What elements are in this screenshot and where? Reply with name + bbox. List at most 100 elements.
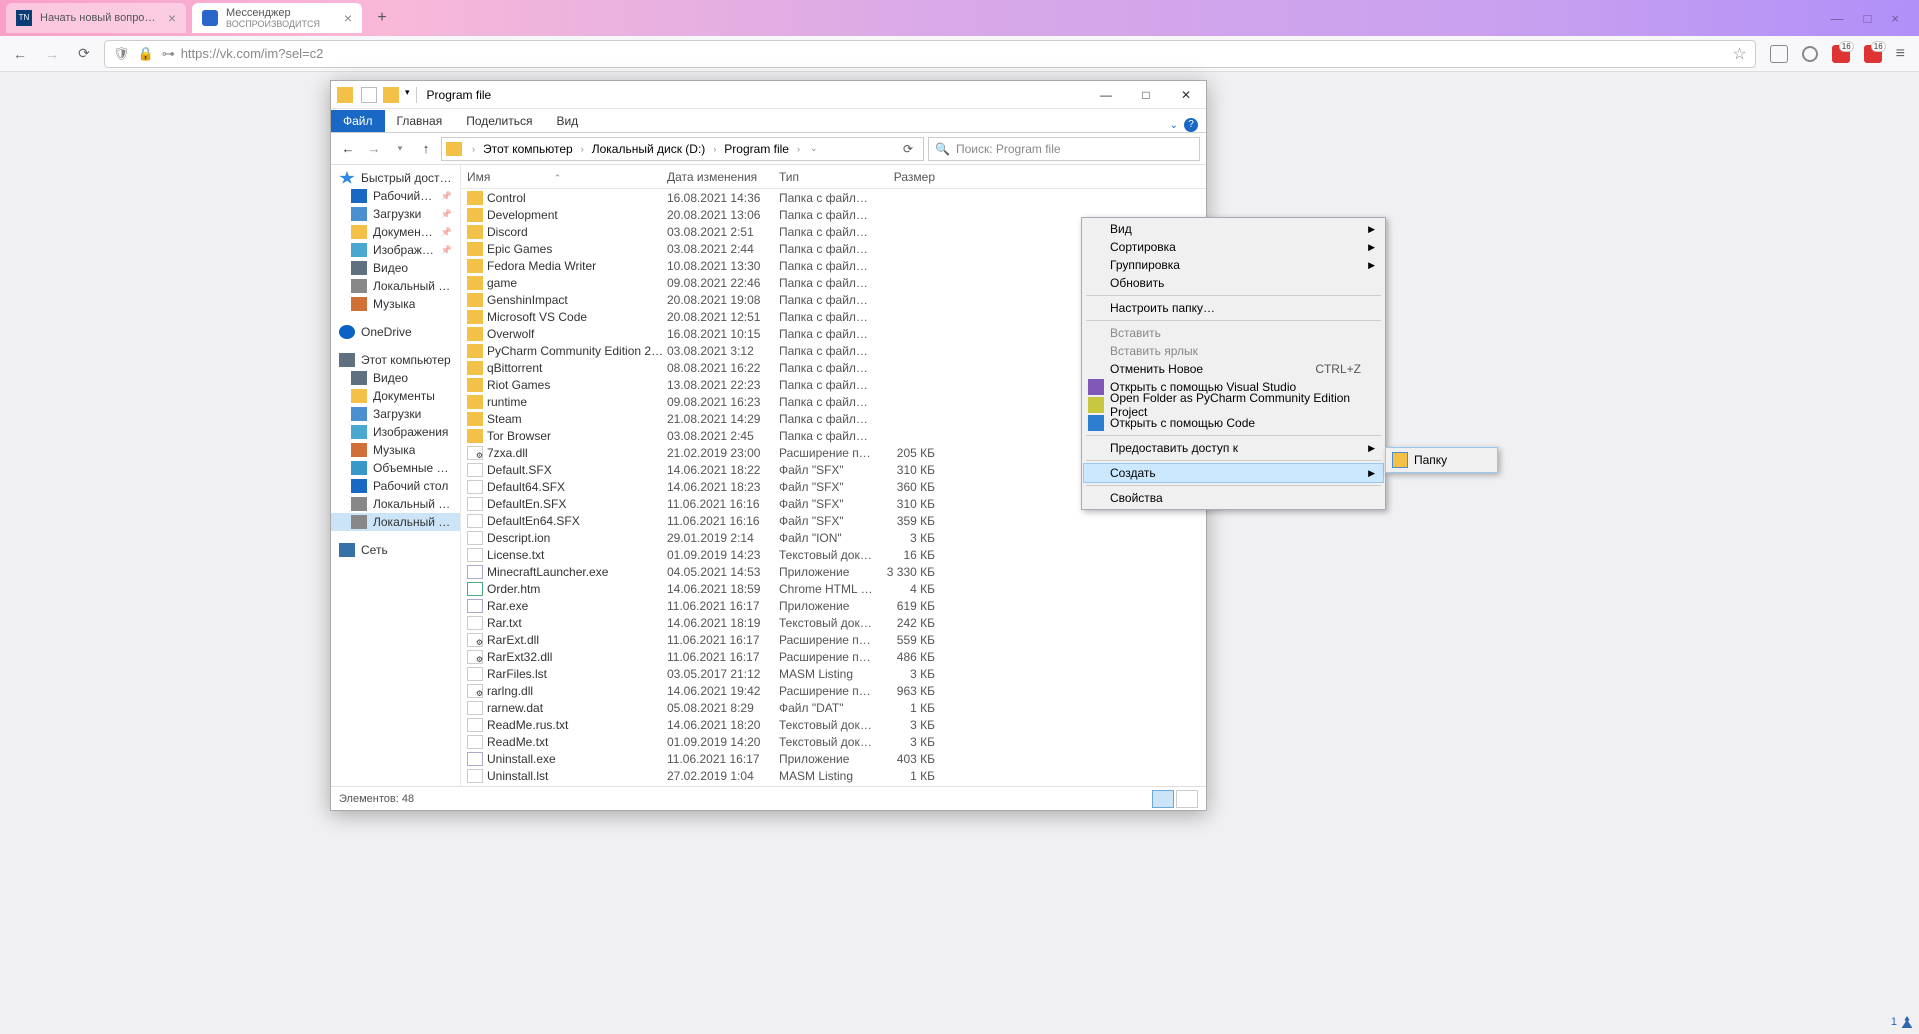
ctx-group[interactable]: Группировка▶ [1084,256,1383,274]
sidebar-3d[interactable]: Объемные объекты [331,459,460,477]
col-name[interactable]: Имя ⌃ [467,170,667,184]
file-row[interactable]: RarFiles.lst03.05.2017 21:12MASM Listing… [461,665,1206,682]
sidebar-music2[interactable]: Музыка [331,441,460,459]
chevron-right-icon[interactable]: › [468,144,479,154]
ctx-sort[interactable]: Сортировка▶ [1084,238,1383,256]
chevron-down-icon[interactable]: ⌄ [1170,120,1178,131]
ribbon-tab-file[interactable]: Файл [331,110,385,132]
sidebar-desktop2[interactable]: Рабочий стол [331,477,460,495]
reload-button[interactable]: ⟳ [72,42,96,66]
qat-dropdown-icon[interactable]: ▾ [405,87,410,103]
nav-back-button[interactable]: ← [337,138,359,160]
browser-tab-0[interactable]: TN Начать новый вопрос или об… × [6,3,186,33]
ctx-properties[interactable]: Свойства [1084,489,1383,507]
chevron-right-icon[interactable]: › [709,144,720,154]
ribbon-tab-share[interactable]: Поделиться [454,110,544,132]
close-icon[interactable]: × [1891,11,1899,26]
ctx-open-pycharm[interactable]: Open Folder as PyCharm Community Edition… [1084,396,1383,414]
sidebar-images2[interactable]: Изображения [331,423,460,441]
ribbon-tab-view[interactable]: Вид [544,110,590,132]
file-row[interactable]: Descript.ion29.01.2019 2:14Файл "ION"3 К… [461,529,1206,546]
maximize-icon[interactable]: □ [1864,11,1872,26]
sidebar-video2[interactable]: Видео [331,369,460,387]
breadcrumb-item[interactable]: Program file [722,142,791,156]
file-row[interactable]: UnRAR.exe11.06.2021 16:17Приложение413 К… [461,784,1206,786]
ublock-icon[interactable]: 16 [1832,45,1850,63]
forward-button[interactable]: → [40,42,64,66]
file-row[interactable]: MinecraftLauncher.exe04.05.2021 14:53При… [461,563,1206,580]
url-input[interactable]: 🛡 🔒 ⊶ https://vk.com/im?sel=c2 ☆ [104,40,1756,68]
new-tab-button[interactable]: + [368,9,396,27]
titlebar[interactable]: ▾ Program file — □ ✕ [331,81,1206,109]
close-icon[interactable]: × [168,10,176,26]
view-details-button[interactable] [1152,790,1174,808]
sidebar-local-c[interactable]: Локальный диск (C [331,495,460,513]
chevron-down-icon[interactable]: ⌄ [806,143,822,154]
file-row[interactable]: ReadMe.txt01.09.2019 14:20Текстовый доку… [461,733,1206,750]
ctx-open-code[interactable]: Открыть с помощью Code [1084,414,1383,432]
close-button[interactable]: ✕ [1166,81,1206,108]
chevron-right-icon[interactable]: › [577,144,588,154]
file-row[interactable]: Control16.08.2021 14:36Папка с файлами [461,189,1206,206]
file-row[interactable]: ReadMe.rus.txt14.06.2021 18:20Текстовый … [461,716,1206,733]
qat-item[interactable] [361,87,377,103]
ribbon-tab-home[interactable]: Главная [385,110,455,132]
file-row[interactable]: rarnew.dat05.08.2021 8:29Файл "DAT"1 КБ [461,699,1206,716]
pocket-icon[interactable] [1770,45,1788,63]
ctx-undo[interactable]: Отменить НовоеCTRL+Z [1084,360,1383,378]
ctx-refresh[interactable]: Обновить [1084,274,1383,292]
search-input[interactable]: 🔍 Поиск: Program file [928,137,1200,161]
sidebar-documents[interactable]: Документы [331,223,460,241]
view-icons-button[interactable] [1176,790,1198,808]
col-type[interactable]: Тип [779,170,873,184]
sidebar-onedrive[interactable]: OneDrive [331,323,460,341]
extension-icon[interactable] [1802,46,1818,62]
refresh-icon[interactable]: ⟳ [897,142,919,156]
nav-forward-button[interactable]: → [363,138,385,160]
breadcrumb-bar[interactable]: › Этот компьютер › Локальный диск (D:) ›… [441,137,924,161]
tray-indicator[interactable]: 1 [1891,1016,1913,1028]
qat-item[interactable] [383,87,399,103]
sidebar-downloads[interactable]: Загрузки [331,205,460,223]
sidebar-local-d2[interactable]: Локальный диск (D [331,513,460,531]
file-row[interactable]: rarlng.dll14.06.2021 19:42Расширение при… [461,682,1206,699]
chevron-right-icon[interactable]: › [793,144,804,154]
nav-up-button[interactable]: ↑ [415,138,437,160]
sidebar-thispc[interactable]: Этот компьютер [331,351,460,369]
sidebar-desktop[interactable]: Рабочий стол [331,187,460,205]
maximize-button[interactable]: □ [1126,81,1166,108]
file-row[interactable]: Order.htm14.06.2021 18:59Chrome HTML Do…… [461,580,1206,597]
ctx-customize[interactable]: Настроить папку… [1084,299,1383,317]
ctx-share[interactable]: Предоставить доступ к▶ [1084,439,1383,457]
help-icon[interactable]: ? [1184,118,1198,132]
browser-tab-1[interactable]: Мессенджер ВОСПРОИЗВОДИТСЯ × [192,3,362,33]
file-row[interactable]: Uninstall.lst27.02.2019 1:04MASM Listing… [461,767,1206,784]
back-button[interactable]: ← [8,42,32,66]
sidebar-music[interactable]: Музыка [331,295,460,313]
file-row[interactable]: DefaultEn64.SFX11.06.2021 16:16Файл "SFX… [461,512,1206,529]
file-row[interactable]: RarExt32.dll11.06.2021 16:17Расширение п… [461,648,1206,665]
minimize-icon[interactable]: — [1831,11,1844,26]
close-icon[interactable]: × [344,10,352,26]
lock-icon[interactable]: 🔒 [138,46,154,62]
ctx-view[interactable]: Вид▶ [1084,220,1383,238]
ublock-icon-2[interactable]: 16 [1864,45,1882,63]
sidebar-images[interactable]: Изображения [331,241,460,259]
permissions-icon[interactable]: ⊶ [162,46,175,62]
minimize-button[interactable]: — [1086,81,1126,108]
sidebar-quick-access[interactable]: Быстрый доступ [331,169,460,187]
sidebar-documents2[interactable]: Документы [331,387,460,405]
breadcrumb-item[interactable]: Этот компьютер [481,142,575,156]
file-row[interactable]: Uninstall.exe11.06.2021 16:17Приложение4… [461,750,1206,767]
menu-button[interactable]: ≡ [1896,45,1905,63]
ctx-create-folder[interactable]: Папку [1388,450,1495,470]
file-row[interactable]: Rar.exe11.06.2021 16:17Приложение619 КБ [461,597,1206,614]
ctx-create[interactable]: Создать▶ [1084,464,1383,482]
breadcrumb-item[interactable]: Локальный диск (D:) [590,142,708,156]
col-date[interactable]: Дата изменения [667,170,779,184]
col-size[interactable]: Размер [873,170,935,184]
file-row[interactable]: RarExt.dll11.06.2021 16:17Расширение при… [461,631,1206,648]
sidebar-network[interactable]: Сеть [331,541,460,559]
file-row[interactable]: License.txt01.09.2019 14:23Текстовый док… [461,546,1206,563]
nav-recent-button[interactable]: ▾ [389,138,411,160]
